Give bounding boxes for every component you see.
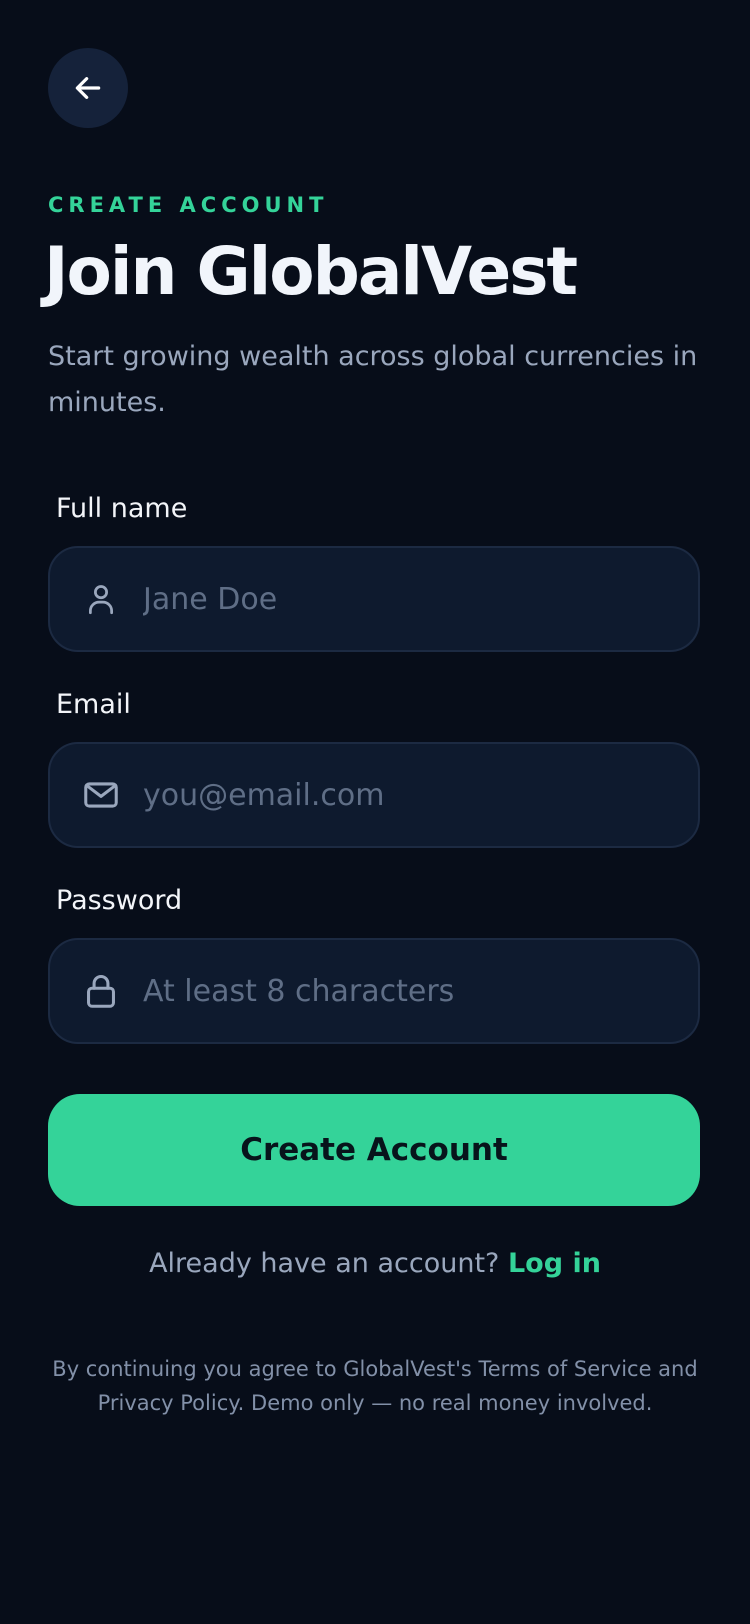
email-field[interactable] [48, 742, 700, 848]
password-input[interactable] [143, 973, 674, 1009]
arrow-left-icon [72, 72, 104, 104]
full-name-field[interactable] [48, 546, 700, 652]
full-name-label: Full name [56, 493, 188, 524]
login-prompt-text: Already have an account? [149, 1248, 500, 1279]
password-field[interactable] [48, 938, 700, 1044]
lock-icon [83, 973, 119, 1009]
user-icon [83, 581, 119, 617]
back-button[interactable] [48, 48, 128, 128]
mail-icon [83, 777, 119, 813]
full-name-input[interactable] [143, 581, 674, 617]
page-subtitle: Start growing wealth across global curre… [48, 341, 698, 418]
create-account-button[interactable]: Create Account [48, 1094, 700, 1206]
login-link[interactable]: Log in [508, 1248, 601, 1279]
page-title: Join GlobalVest [44, 233, 578, 310]
terms-disclaimer: By continuing you agree to GlobalVest's … [52, 1357, 698, 1415]
email-input[interactable] [143, 777, 674, 813]
login-prompt-row: Already have an account? Log in [0, 1248, 750, 1279]
email-label: Email [56, 689, 131, 720]
page-eyebrow: CREATE ACCOUNT [48, 193, 329, 217]
password-label: Password [56, 885, 183, 916]
